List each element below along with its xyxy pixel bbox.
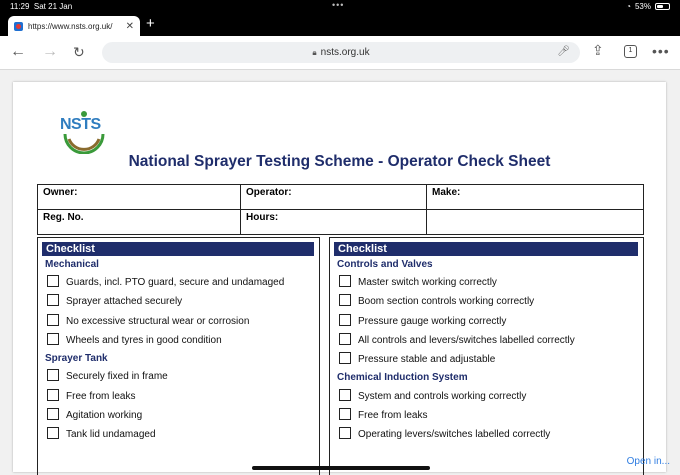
list-item: Pressure gauge working correctly xyxy=(339,312,643,331)
close-tab-icon[interactable]: ✕ xyxy=(126,21,134,32)
item-label: Boom section controls working correctly xyxy=(358,296,535,308)
page-content[interactable]: NSTS National Sprayer Testing Scheme - O… xyxy=(0,70,680,475)
checkbox[interactable] xyxy=(339,352,351,365)
left-checklist: Checklist Mechanical Guards, incl. PTO g… xyxy=(37,237,320,475)
section-title: Chemical Induction System xyxy=(337,372,468,384)
site-favicon-icon xyxy=(14,21,23,31)
section-title: Mechanical xyxy=(45,259,99,270)
checkbox[interactable] xyxy=(339,407,351,420)
back-arrow-icon[interactable]: ← xyxy=(10,43,26,61)
hours-cell: Hours: xyxy=(240,209,427,235)
list-item: System and controls working correctly xyxy=(339,386,643,405)
item-label: Tank lid undamaged xyxy=(66,429,156,441)
item-label: Securely fixed in frame xyxy=(66,371,168,383)
tab-bar: https://www.nsts.org.uk/ ✕ + xyxy=(0,14,680,36)
empty-cell xyxy=(426,209,644,235)
share-icon[interactable]: ⇪ xyxy=(592,42,604,59)
multitasking-dots-icon[interactable]: ••• xyxy=(332,0,344,10)
address-bar[interactable]: 🔒︎ nsts.org.uk 🎤︎ xyxy=(102,42,580,63)
list-item: Guards, incl. PTO guard, secure and unda… xyxy=(47,273,319,292)
battery-percent: 53% xyxy=(634,2,651,11)
open-in-link[interactable]: Open in... xyxy=(627,456,670,467)
item-label: Free from leaks xyxy=(66,390,136,402)
item-label: System and controls working correctly xyxy=(358,390,527,402)
wifi-icon: ◔ xyxy=(626,2,631,11)
table-row: Owner: Operator: Make: xyxy=(37,184,644,210)
item-label: All controls and levers/switches labelle… xyxy=(358,335,575,347)
list-item: Free from leaks xyxy=(47,386,319,405)
table-row: Reg. No. Hours: xyxy=(37,209,644,235)
item-label: Sprayer attached securely xyxy=(66,296,183,308)
status-bar: 11:29 Sat 21 Jan ••• ◔ 53% xyxy=(0,0,680,14)
item-label: No excessive structural wear or corrosio… xyxy=(66,315,250,327)
list-item: Boom section controls working correctly xyxy=(339,292,643,311)
section-title: Controls and Valves xyxy=(337,259,433,270)
checkbox[interactable] xyxy=(339,427,351,440)
checklist-header: Checklist xyxy=(42,242,314,256)
checkbox[interactable] xyxy=(339,294,351,307)
checklist-header: Checklist xyxy=(334,242,638,256)
status-time: 11:29 Sat 21 Jan xyxy=(10,2,73,11)
home-indicator[interactable] xyxy=(252,466,430,470)
list-item: Agitation working xyxy=(47,406,319,425)
reload-icon[interactable]: ↻ xyxy=(73,44,85,61)
more-menu-icon[interactable]: ••• xyxy=(652,43,670,59)
item-label: Operating levers/switches labelled corre… xyxy=(358,429,551,441)
checkbox[interactable] xyxy=(47,407,59,420)
list-item: Wheels and tyres in good condition xyxy=(47,331,319,350)
reg-no-cell: Reg. No. xyxy=(37,209,241,235)
lock-icon: 🔒︎ xyxy=(312,47,317,57)
logo-text: NSTS xyxy=(60,116,101,133)
list-item: Sprayer attached securely xyxy=(47,292,319,311)
checkbox[interactable] xyxy=(47,333,59,346)
section-title: Sprayer Tank xyxy=(45,353,108,365)
right-checklist: Checklist Controls and Valves Master swi… xyxy=(329,237,644,475)
checkbox[interactable] xyxy=(339,333,351,346)
checkbox[interactable] xyxy=(47,313,59,326)
pdf-page: NSTS National Sprayer Testing Scheme - O… xyxy=(13,82,666,475)
owner-cell: Owner: xyxy=(37,184,241,210)
checkbox[interactable] xyxy=(47,427,59,440)
list-item: Tank lid undamaged xyxy=(47,425,319,444)
status-right: ◔ 53% xyxy=(626,2,670,11)
checkbox[interactable] xyxy=(47,275,59,288)
address-text: nsts.org.uk xyxy=(320,47,370,58)
new-tab-icon[interactable]: + xyxy=(146,15,155,32)
item-label: Agitation working xyxy=(66,409,143,421)
list-item: No excessive structural wear or corrosio… xyxy=(47,312,319,331)
item-label: Wheels and tyres in good condition xyxy=(66,335,222,347)
list-item: Master switch working correctly xyxy=(339,273,643,292)
make-cell: Make: xyxy=(426,184,644,210)
browser-tab[interactable]: https://www.nsts.org.uk/ ✕ xyxy=(8,16,140,36)
checkbox[interactable] xyxy=(339,313,351,326)
tab-switcher-button[interactable]: 1 xyxy=(624,45,637,58)
list-item: Pressure stable and adjustable xyxy=(339,350,643,369)
checkbox[interactable] xyxy=(47,369,59,382)
list-item: Operating levers/switches labelled corre… xyxy=(339,425,643,444)
document-title: National Sprayer Testing Scheme - Operat… xyxy=(128,153,551,170)
tab-title: https://www.nsts.org.uk/ xyxy=(28,21,113,31)
battery-icon xyxy=(655,3,670,10)
item-label: Master switch working correctly xyxy=(358,277,497,289)
item-label: Pressure gauge working correctly xyxy=(358,315,507,327)
checkbox[interactable] xyxy=(47,294,59,307)
browser-toolbar: ← → ↻ 🔒︎ nsts.org.uk 🎤︎ ⇪ 1 ••• xyxy=(0,36,680,70)
operator-cell: Operator: xyxy=(240,184,427,210)
microphone-icon[interactable]: 🎤︎ xyxy=(557,46,570,57)
list-item: Free from leaks xyxy=(339,406,643,425)
list-item: All controls and levers/switches labelle… xyxy=(339,331,643,350)
item-label: Guards, incl. PTO guard, secure and unda… xyxy=(66,277,285,289)
checkbox[interactable] xyxy=(339,388,351,401)
checkbox[interactable] xyxy=(47,388,59,401)
item-label: Pressure stable and adjustable xyxy=(358,354,496,366)
item-label: Free from leaks xyxy=(358,409,428,421)
checkbox[interactable] xyxy=(339,275,351,288)
info-table: Owner: Operator: Make: Reg. No. Hours: xyxy=(37,184,644,235)
list-item: Securely fixed in frame xyxy=(47,367,319,386)
forward-arrow-icon[interactable]: → xyxy=(42,43,58,61)
